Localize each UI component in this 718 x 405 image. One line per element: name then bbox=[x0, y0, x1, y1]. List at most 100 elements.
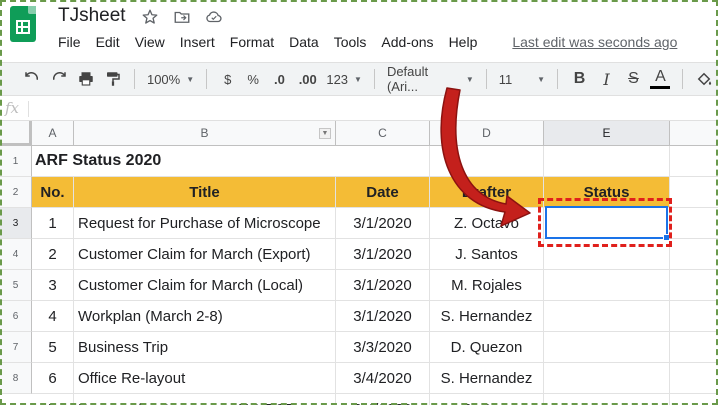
strikethrough-button[interactable]: S bbox=[620, 67, 647, 91]
table-cell[interactable]: M. Rojales bbox=[430, 270, 544, 301]
table-cell[interactable] bbox=[544, 239, 670, 270]
table-header-date[interactable]: Date bbox=[336, 177, 430, 208]
sheets-logo-icon[interactable] bbox=[10, 6, 36, 42]
grid-cell[interactable] bbox=[544, 146, 670, 177]
table-header-no[interactable]: No. bbox=[32, 177, 74, 208]
row-header-4[interactable]: 4 bbox=[0, 239, 32, 270]
table-cell[interactable]: 3 bbox=[32, 270, 74, 301]
table-cell[interactable]: S. Hernandez bbox=[430, 301, 544, 332]
redo-icon[interactable] bbox=[45, 67, 72, 91]
undo-icon[interactable] bbox=[18, 67, 45, 91]
paint-format-icon[interactable] bbox=[99, 67, 126, 91]
table-header-status[interactable]: Status bbox=[544, 177, 670, 208]
select-all-corner[interactable] bbox=[0, 121, 32, 146]
table-cell[interactable] bbox=[544, 332, 670, 363]
menu-file[interactable]: File bbox=[58, 34, 81, 50]
table-cell[interactable]: 7 bbox=[32, 394, 74, 405]
table-cell[interactable]: Customer Claim for March (Local) bbox=[74, 270, 336, 301]
table-cell[interactable]: 3/4/2020 bbox=[336, 394, 430, 405]
table-cell[interactable]: 3/1/2020 bbox=[336, 239, 430, 270]
column-header-label: B bbox=[200, 126, 209, 140]
toolbar-divider bbox=[557, 69, 558, 89]
table-cell[interactable]: 1 bbox=[32, 208, 74, 239]
sheet-title-cell[interactable]: ARF Status 2020 bbox=[32, 146, 336, 177]
table-cell[interactable]: Office Re-layout bbox=[74, 363, 336, 394]
table-cell[interactable]: S. Hernandez bbox=[430, 363, 544, 394]
menu-view[interactable]: View bbox=[135, 34, 165, 50]
fill-color-icon[interactable] bbox=[691, 67, 718, 91]
table-header-title[interactable]: Title bbox=[74, 177, 336, 208]
row-header-2[interactable]: 2 bbox=[0, 177, 32, 208]
font-size-select[interactable]: 11 ▼ bbox=[495, 67, 549, 91]
table-cell[interactable]: Business Trip bbox=[74, 332, 336, 363]
table-cell[interactable]: 4 bbox=[32, 301, 74, 332]
table-cell[interactable]: R. Cruz bbox=[430, 394, 544, 405]
table-cell[interactable]: 3/4/2020 bbox=[336, 363, 430, 394]
column-menu-chevron-icon[interactable]: ▼ bbox=[319, 128, 331, 139]
grid-cell[interactable] bbox=[430, 146, 544, 177]
table-cell[interactable] bbox=[544, 270, 670, 301]
table-cell[interactable]: Workplan (March 2-8) bbox=[74, 301, 336, 332]
cloud-status-icon[interactable] bbox=[204, 7, 224, 27]
row-header-1[interactable]: 1 bbox=[0, 146, 32, 177]
bold-button[interactable]: B bbox=[566, 67, 593, 91]
table-cell[interactable]: 3/1/2020 bbox=[336, 270, 430, 301]
fill-handle[interactable] bbox=[663, 234, 670, 241]
column-header-c[interactable]: C bbox=[336, 121, 430, 146]
menu-format[interactable]: Format bbox=[230, 34, 274, 50]
grid-cell bbox=[670, 177, 718, 208]
more-formats-select[interactable]: 123 ▼ bbox=[322, 67, 366, 91]
row-header-6[interactable]: 6 bbox=[0, 301, 32, 332]
star-icon[interactable] bbox=[140, 7, 160, 27]
row-header-3[interactable]: 3 bbox=[0, 208, 32, 239]
table-cell[interactable] bbox=[544, 301, 670, 332]
menu-addons[interactable]: Add-ons bbox=[381, 34, 433, 50]
selected-cell-e3[interactable] bbox=[545, 206, 670, 241]
table-cell[interactable]: Customer Claim for March (Export) bbox=[74, 239, 336, 270]
table-cell[interactable]: 3/1/2020 bbox=[336, 301, 430, 332]
menu-insert[interactable]: Insert bbox=[180, 34, 215, 50]
text-color-button[interactable]: A bbox=[647, 67, 674, 91]
column-header-e[interactable]: E bbox=[544, 121, 670, 146]
move-to-folder-icon[interactable] bbox=[172, 7, 192, 27]
table-cell[interactable]: 3/1/2020 bbox=[336, 208, 430, 239]
print-icon[interactable] bbox=[72, 67, 99, 91]
menu-help[interactable]: Help bbox=[449, 34, 478, 50]
chevron-down-icon: ▼ bbox=[465, 74, 474, 84]
menu-data[interactable]: Data bbox=[289, 34, 319, 50]
increase-decimal-button[interactable]: .00 bbox=[293, 67, 322, 91]
table-cell[interactable] bbox=[544, 363, 670, 394]
table-cell[interactable]: 6 bbox=[32, 363, 74, 394]
document-title[interactable]: TJsheet bbox=[58, 5, 126, 27]
column-header-d[interactable]: D bbox=[430, 121, 544, 146]
column-header-b[interactable]: B ▼ bbox=[74, 121, 336, 146]
italic-button[interactable]: I bbox=[593, 67, 620, 91]
spreadsheet-grid[interactable]: A B ▼ C D E 1 2 3 4 5 6 7 8 ARF Status 2020 No. Title Dat… bbox=[0, 121, 718, 405]
menu-tools[interactable]: Tools bbox=[334, 34, 367, 50]
table-cell[interactable]: Z. Octavo bbox=[430, 208, 544, 239]
currency-format-button[interactable]: $ bbox=[215, 67, 240, 91]
table-cell[interactable]: Request for Disposal of NG PCB bbox=[74, 394, 336, 405]
table-cell[interactable] bbox=[544, 394, 670, 405]
table-cell[interactable]: J. Santos bbox=[430, 239, 544, 270]
zoom-select[interactable]: 100% ▼ bbox=[143, 67, 198, 91]
formula-bar[interactable]: fx bbox=[0, 97, 718, 121]
table-cell[interactable]: 2 bbox=[32, 239, 74, 270]
last-edit-link[interactable]: Last edit was seconds ago bbox=[512, 34, 677, 50]
column-header-a[interactable]: A bbox=[32, 121, 74, 146]
grid-cell[interactable] bbox=[336, 146, 430, 177]
toolbar-divider bbox=[485, 69, 487, 89]
row-header-5[interactable]: 5 bbox=[0, 270, 32, 301]
font-select[interactable]: Default (Ari... ▼ bbox=[383, 64, 478, 94]
table-cell[interactable]: Request for Purchase of Microscope bbox=[74, 208, 336, 239]
menu-edit[interactable]: Edit bbox=[96, 34, 120, 50]
table-cell[interactable]: 3/3/2020 bbox=[336, 332, 430, 363]
grid-cell bbox=[670, 239, 718, 270]
table-cell[interactable]: D. Quezon bbox=[430, 332, 544, 363]
table-cell[interactable]: 5 bbox=[32, 332, 74, 363]
row-header-7[interactable]: 7 bbox=[0, 332, 32, 363]
table-header-drafter[interactable]: Drafter bbox=[430, 177, 544, 208]
percent-format-button[interactable]: % bbox=[240, 67, 265, 91]
decrease-decimal-button[interactable]: .0 bbox=[266, 67, 293, 91]
row-header-8[interactable]: 8 bbox=[0, 363, 32, 394]
